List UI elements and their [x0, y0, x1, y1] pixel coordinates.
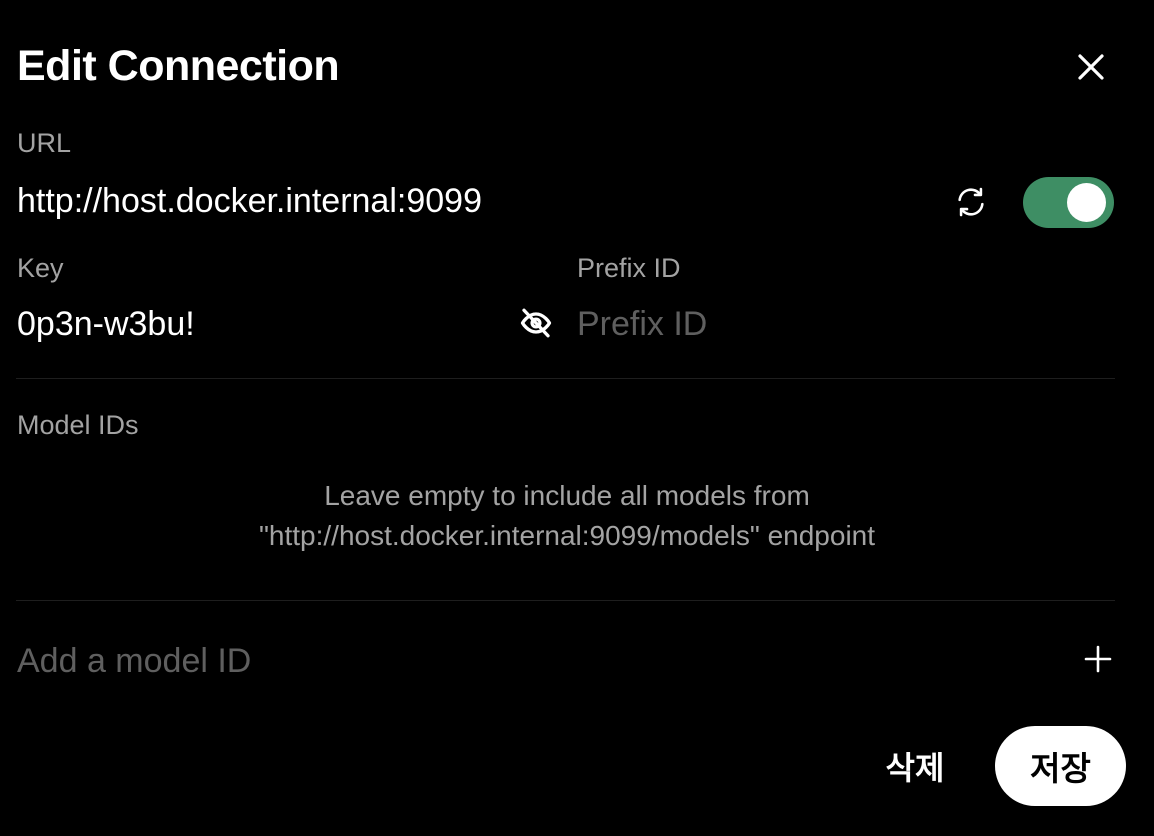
url-label: URL — [17, 128, 72, 158]
section-divider — [16, 600, 1115, 601]
key-input[interactable] — [17, 303, 497, 345]
verify-connection-button[interactable] — [950, 181, 992, 223]
prefix-id-label: Prefix ID — [577, 253, 681, 283]
prefix-id-input[interactable] — [577, 303, 1107, 345]
toggle-key-visibility-button[interactable] — [514, 302, 558, 344]
plus-icon — [1084, 645, 1112, 673]
close-icon — [1078, 54, 1104, 80]
section-divider — [16, 378, 1115, 379]
url-input[interactable] — [17, 180, 917, 222]
connection-enabled-toggle[interactable] — [1023, 177, 1114, 228]
add-model-id-button[interactable] — [1078, 639, 1118, 679]
eye-off-icon — [520, 308, 552, 338]
key-label: Key — [17, 253, 64, 283]
model-ids-hint-line: Leave empty to include all models from — [324, 480, 810, 511]
dialog-title: Edit Connection — [17, 42, 340, 90]
delete-button[interactable]: 삭제 — [872, 738, 958, 794]
add-model-id-input[interactable] — [17, 640, 1057, 682]
close-button[interactable] — [1070, 46, 1112, 88]
save-button[interactable]: 저장 — [995, 726, 1126, 806]
model-ids-hint: Leave empty to include all models from "… — [180, 476, 954, 556]
model-ids-label: Model IDs — [17, 410, 139, 440]
toggle-knob — [1067, 183, 1106, 222]
model-ids-hint-line: "http://host.docker.internal:9099/models… — [258, 520, 876, 551]
refresh-icon — [958, 187, 984, 217]
edit-connection-dialog: Edit Connection URL Key Prefix ID Mod — [0, 0, 1154, 836]
